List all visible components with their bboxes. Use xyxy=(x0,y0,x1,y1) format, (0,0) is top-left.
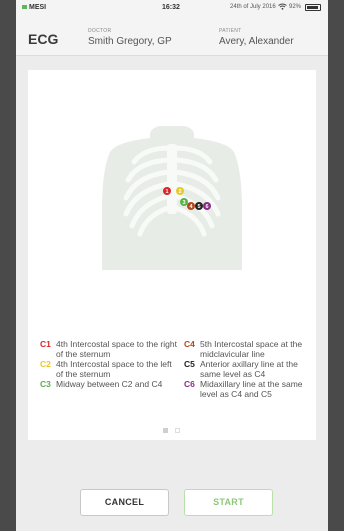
status-bar: MESI 16:32 24th of July 2016 92% xyxy=(16,0,328,16)
legend-column-right: C4 5th Intercostal space at the midclavi… xyxy=(184,339,314,400)
legend-item-c5: C5 Anterior axillary line at the same le… xyxy=(184,359,314,379)
status-date: 24th of July 2016 xyxy=(230,4,276,10)
wifi-icon xyxy=(278,3,287,12)
start-button[interactable]: START xyxy=(184,489,273,516)
page-dot-active[interactable] xyxy=(163,428,168,433)
electrode-c2-marker: 2 xyxy=(176,187,184,195)
signal-icon xyxy=(22,5,27,9)
battery-percent: 92% xyxy=(289,4,302,10)
electrode-c1-marker: 1 xyxy=(163,187,171,195)
legend-item-c4: C4 5th Intercostal space at the midclavi… xyxy=(184,339,314,359)
electrode-c6-label: 6 xyxy=(205,204,208,210)
legend-text: 4th Intercostal space to the left of the… xyxy=(56,359,172,379)
sternum xyxy=(167,144,177,214)
electrode-c6-marker: 6 xyxy=(203,202,211,210)
electrode-c3-marker: 3 xyxy=(180,198,188,206)
legend-code: C4 xyxy=(184,339,195,349)
electrode-c5-label: 5 xyxy=(197,204,200,210)
doctor-name: Smith Gregory, GP xyxy=(88,36,172,47)
doctor-label: DOCTOR xyxy=(88,28,112,34)
legend-item-c6: C6 Midaxillary line at the same level as… xyxy=(184,379,314,399)
electrode-c4-marker: 4 xyxy=(187,202,195,210)
electrode-c2-label: 2 xyxy=(178,189,181,195)
device-screen: MESI 16:32 24th of July 2016 92% ECG DOC… xyxy=(16,0,328,531)
page-dot-inactive[interactable] xyxy=(175,428,180,433)
legend-text: 5th Intercostal space at the midclavicul… xyxy=(200,339,303,359)
electrode-placement-card: 1 2 3 4 5 6 C1 4th Intercostal space to … xyxy=(28,70,316,440)
legend-item-c2: C2 4th Intercostal space to the left of … xyxy=(40,359,178,379)
patient-label: PATIENT xyxy=(219,28,242,34)
legend-text: Midaxillary line at the same level as C4… xyxy=(200,379,303,399)
status-time: 16:32 xyxy=(162,4,180,11)
legend-text: Midway between C2 and C4 xyxy=(56,379,163,390)
legend-code: C2 xyxy=(40,359,51,370)
cancel-button[interactable]: CANCEL xyxy=(80,489,169,516)
torso-diagram: 1 2 3 4 5 6 xyxy=(102,126,242,270)
electrode-c5-marker: 5 xyxy=(195,202,203,210)
legend-code: C3 xyxy=(40,379,51,390)
carrier: MESI xyxy=(22,4,46,11)
page-indicator xyxy=(163,420,187,438)
legend-code: C1 xyxy=(40,339,51,349)
legend-code: C6 xyxy=(184,379,195,390)
carrier-label: MESI xyxy=(29,4,47,11)
battery-fill xyxy=(307,6,319,9)
legend-item-c1: C1 4th Intercostal space to the right of… xyxy=(40,339,178,359)
page-title: ECG xyxy=(28,31,59,47)
legend-text: Anterior axillary line at the same level… xyxy=(200,359,298,379)
battery-icon xyxy=(305,4,321,11)
patient-name: Avery, Alexander xyxy=(219,36,294,47)
legend-column-left: C1 4th Intercostal space to the right of… xyxy=(40,339,178,391)
app-header: ECG DOCTOR Smith Gregory, GP PATIENT Ave… xyxy=(16,16,328,56)
legend-code: C5 xyxy=(184,359,195,370)
electrode-c3-label: 3 xyxy=(182,200,185,206)
legend-item-c3: C3 Midway between C2 and C4 xyxy=(40,380,178,390)
electrode-c1-label: 1 xyxy=(165,189,168,195)
legend-text: 4th Intercostal space to the right of th… xyxy=(56,339,177,359)
